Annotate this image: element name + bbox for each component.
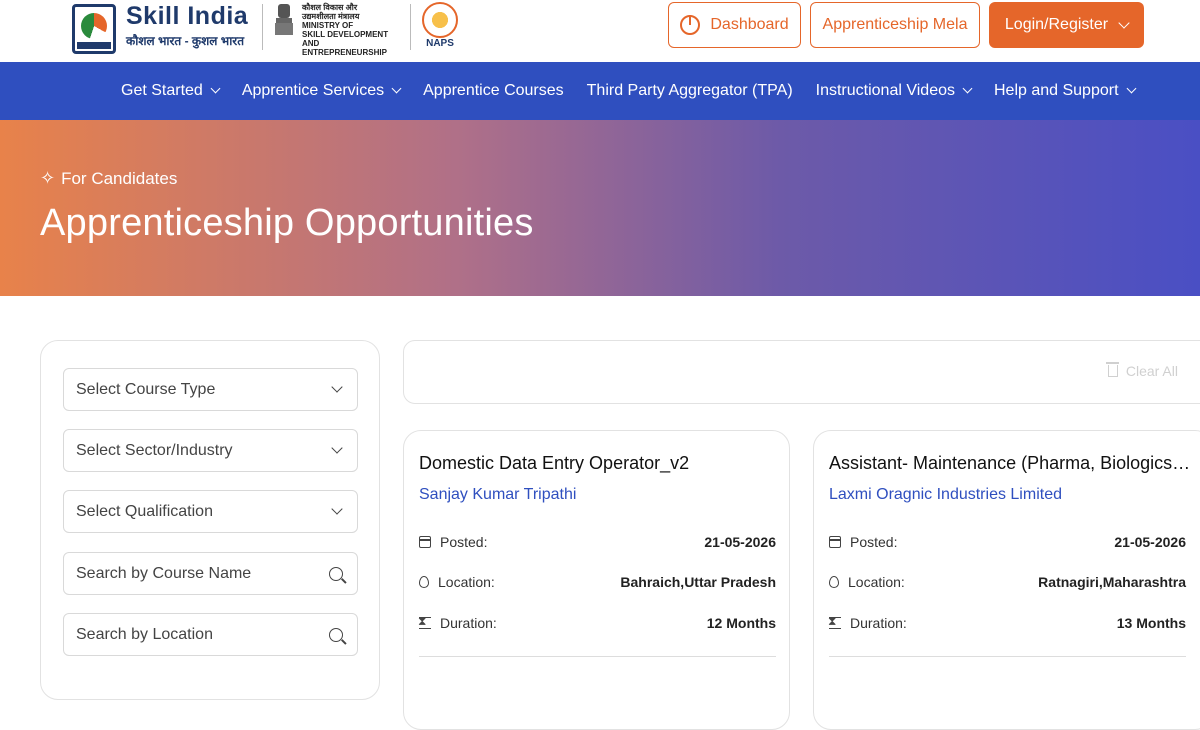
login-register-button[interactable]: Login/Register (989, 2, 1144, 48)
naps-logo[interactable]: NAPS (420, 2, 460, 49)
nav-item-help-support[interactable]: Help and Support (994, 82, 1136, 100)
trash-icon (1105, 362, 1119, 377)
chevron-down-icon (331, 442, 343, 454)
pie-chart-icon (680, 15, 701, 35)
posted-date: 21-05-2026 (1114, 534, 1186, 550)
national-emblem-icon (275, 4, 293, 35)
card-title[interactable]: Domestic Data Entry Operator_v2 (419, 453, 779, 474)
nav-item-instructional-videos[interactable]: Instructional Videos (816, 82, 973, 100)
hero-tag: ✧ For Candidates (40, 168, 178, 188)
active-filters-bar: Clear All (403, 340, 1200, 404)
location-pin-icon (419, 576, 429, 588)
clear-all-button[interactable]: Clear All (1105, 362, 1178, 379)
opportunity-card[interactable]: Assistant- Maintenance (Pharma, Biologic… (813, 430, 1200, 730)
hero-banner: ✧ For Candidates Apprenticeship Opportun… (0, 120, 1200, 296)
naps-emblem-icon (422, 2, 458, 38)
skill-india-emblem-icon (72, 4, 116, 54)
nav-item-tpa[interactable]: Third Party Aggregator (TPA) (587, 82, 793, 100)
posted-row: Posted: 21-05-2026 (829, 532, 1186, 552)
brand-title: Skill India (126, 2, 249, 30)
course-type-select[interactable]: Select Course Type (63, 368, 358, 411)
brand-subtitle: कौशल भारत - कुशल भारत (126, 34, 245, 48)
calendar-icon (419, 536, 431, 548)
hourglass-icon (418, 614, 431, 629)
chevron-down-icon (391, 83, 402, 94)
posted-row: Posted: 21-05-2026 (419, 532, 776, 552)
logo-divider (410, 4, 411, 50)
chevron-down-icon (331, 503, 343, 515)
location-row: Location: Ratnagiri,Maharashtra (829, 572, 1186, 592)
dashboard-button[interactable]: Dashboard (668, 2, 801, 48)
nav-item-apprentice-courses[interactable]: Apprentice Courses (423, 82, 564, 100)
location-value: Bahraich,Uttar Pradesh (620, 574, 776, 590)
course-name-search-input[interactable]: Search by Course Name (63, 552, 358, 595)
card-title[interactable]: Assistant- Maintenance (Pharma, Biologic… (829, 453, 1191, 474)
card-divider (829, 656, 1186, 657)
search-icon (329, 566, 343, 581)
main-nav: Get Started Apprentice Services Apprenti… (0, 62, 1200, 120)
sparkle-icon: ✧ (40, 168, 56, 188)
card-divider (419, 656, 776, 657)
posted-date: 21-05-2026 (704, 534, 776, 550)
location-row: Location: Bahraich,Uttar Pradesh (419, 572, 776, 592)
nav-item-apprentice-services[interactable]: Apprentice Services (242, 82, 402, 100)
duration-row: Duration: 13 Months (828, 613, 1186, 633)
logo-divider (262, 4, 263, 50)
chevron-down-icon (1126, 83, 1136, 94)
chevron-down-icon (210, 83, 221, 94)
opportunity-card[interactable]: Domestic Data Entry Operator_v2 Sanjay K… (403, 430, 790, 730)
location-search-input[interactable]: Search by Location (63, 613, 358, 656)
hourglass-icon (828, 614, 841, 629)
card-company[interactable]: Sanjay Kumar Tripathi (419, 486, 576, 504)
top-header: Skill India कौशल भारत - कुशल भारत कौशल व… (0, 0, 1200, 62)
duration-value: 12 Months (706, 615, 776, 631)
chevron-down-icon (331, 381, 343, 393)
chevron-down-icon (962, 83, 973, 94)
skill-india-logo[interactable]: Skill India कौशल भारत - कुशल भारत (72, 2, 248, 54)
search-icon (329, 627, 343, 642)
apprenticeship-mela-button[interactable]: Apprenticeship Mela (810, 2, 980, 48)
location-value: Ratnagiri,Maharashtra (1038, 574, 1186, 590)
chevron-down-icon (1118, 16, 1130, 29)
filter-sidebar: Select Course Type Select Sector/Industr… (40, 340, 380, 700)
calendar-icon (829, 536, 841, 548)
duration-row: Duration: 12 Months (418, 613, 776, 633)
page-title: Apprenticeship Opportunities (40, 202, 534, 244)
duration-value: 13 Months (1116, 615, 1186, 631)
location-pin-icon (829, 576, 839, 588)
nav-item-get-started[interactable]: Get Started (121, 82, 221, 100)
card-company[interactable]: Laxmi Oragnic Industries Limited (829, 486, 1062, 504)
sector-select[interactable]: Select Sector/Industry (63, 429, 358, 472)
ministry-label: कौशल विकास और उद्यमशीलता मंत्रालय MINIST… (302, 3, 389, 57)
qualification-select[interactable]: Select Qualification (63, 490, 358, 533)
